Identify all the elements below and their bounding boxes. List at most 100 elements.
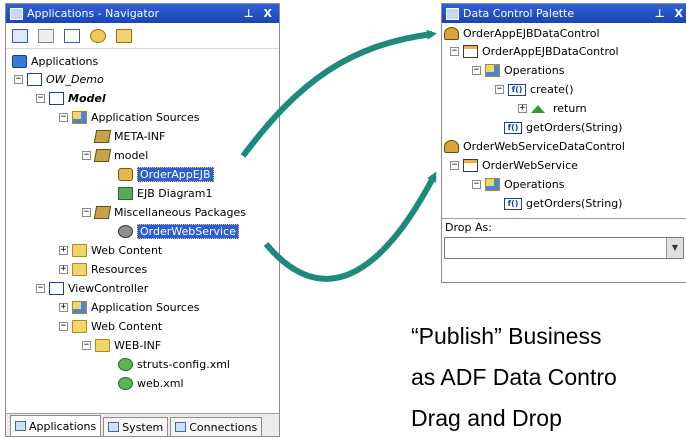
tree-item-return[interactable]: + return <box>518 100 587 117</box>
tree-item-applications[interactable]: Applications <box>12 53 98 70</box>
tree-item-operations[interactable]: − Operations <box>472 62 564 79</box>
palette-window-buttons[interactable]: ⊥ X <box>655 7 686 20</box>
tree-item-label: Web Content <box>91 244 163 257</box>
navigator-title: Applications - Navigator <box>27 7 159 20</box>
tree-item-orderwebservice[interactable]: OrderWebService <box>105 223 239 240</box>
package-icon <box>93 130 112 143</box>
return-icon <box>531 104 545 113</box>
tree-item-resources[interactable]: + Resources <box>59 261 147 278</box>
tree-item-getorders-ws[interactable]: f() getOrders(String) <box>504 195 622 212</box>
open-icon[interactable] <box>90 28 106 43</box>
tab-connections[interactable]: Connections <box>170 417 263 436</box>
expand-toggle[interactable]: + <box>59 303 68 312</box>
new-workspace-icon[interactable] <box>38 28 54 43</box>
folder-icon <box>72 263 87 276</box>
tree-item-orderwebservice-collection[interactable]: − OrderWebService <box>450 157 578 174</box>
expand-toggle[interactable]: + <box>518 104 527 113</box>
tree-item-label: OrderAppEJB <box>137 167 214 182</box>
new-icon[interactable] <box>12 28 28 43</box>
drop-as-label: Drop As: <box>445 221 492 234</box>
collapse-toggle[interactable]: − <box>59 322 68 331</box>
tree-item-struts-config[interactable]: struts-config.xml <box>105 356 230 373</box>
collapse-toggle[interactable]: − <box>36 284 45 293</box>
tree-item-label: Operations <box>504 64 565 77</box>
caption-line-1: “Publish” Business <box>411 323 602 349</box>
tree-item-orderappejb-datacontrol[interactable]: OrderAppEJBDataControl <box>444 25 600 42</box>
chevron-down-icon[interactable]: ▼ <box>666 238 683 258</box>
tree-item-label: web.xml <box>137 377 184 390</box>
tree-item-label: return <box>553 102 587 115</box>
new-project-icon[interactable] <box>64 28 80 43</box>
collapse-toggle[interactable]: − <box>472 180 481 189</box>
operations-folder-icon <box>485 64 500 77</box>
tree-item-label: Model <box>68 92 106 105</box>
tree-item-label: OrderWebService <box>137 224 239 239</box>
settings-dropdown-icon[interactable] <box>116 28 132 43</box>
tree-item-application-sources[interactable]: − Application Sources <box>59 109 199 126</box>
tree-item-label: model <box>114 149 149 162</box>
operations-folder-icon <box>485 178 500 191</box>
tree-item-label: Operations <box>504 178 565 191</box>
drop-as-select[interactable]: ▼ <box>444 237 684 259</box>
caption-line-2: as ADF Data Contro <box>411 364 617 390</box>
tree-item-orderappejb[interactable]: OrderAppEJB <box>105 166 214 183</box>
palette-title: Data Control Palette <box>463 7 575 20</box>
collapse-toggle[interactable]: − <box>14 75 23 84</box>
function-icon: f() <box>504 197 522 210</box>
collapse-toggle[interactable]: − <box>82 341 91 350</box>
tree-item-model[interactable]: − Model <box>36 90 106 107</box>
folder-icon <box>72 244 87 257</box>
tree-item-create[interactable]: − f() create() <box>495 81 574 98</box>
tree-item-getorders-ejb[interactable]: f() getOrders(String) <box>504 119 622 136</box>
collapse-toggle[interactable]: − <box>450 47 459 56</box>
tree-item-orderappejb-collection[interactable]: − OrderAppEJBDataControl <box>450 43 619 60</box>
expand-toggle[interactable]: + <box>59 265 68 274</box>
collapse-toggle[interactable]: − <box>59 113 68 122</box>
web-service-icon <box>118 225 133 238</box>
palette-titlebar[interactable]: Data Control Palette ⊥ X <box>442 4 686 23</box>
tree-item-label: WEB-INF <box>114 339 162 352</box>
tree-item-label: OrderAppEJBDataControl <box>463 27 600 40</box>
tree-item-ow-demo[interactable]: − OW_Demo <box>14 71 104 88</box>
tree-item-label: ViewController <box>68 282 149 295</box>
tree-item-web-inf[interactable]: − WEB-INF <box>82 337 161 354</box>
tab-label: Applications <box>29 419 97 433</box>
tree-item-operations-2[interactable]: − Operations <box>472 176 564 193</box>
collapse-toggle[interactable]: − <box>82 151 91 160</box>
tree-item-label: OrderAppEJBDataControl <box>482 45 619 58</box>
collapse-toggle[interactable]: − <box>495 85 504 94</box>
tab-label: Connections <box>189 420 258 434</box>
tab-applications[interactable]: Applications <box>10 415 102 436</box>
tree-item-meta-inf[interactable]: META-INF <box>82 128 165 145</box>
tree-item-label: Resources <box>91 263 148 276</box>
function-icon: f() <box>508 83 526 96</box>
tree-item-label: OrderWebServiceDataControl <box>463 140 625 153</box>
tree-item-label: Application Sources <box>91 111 200 124</box>
tree-item-ejb-diagram1[interactable]: EJB Diagram1 <box>105 185 212 202</box>
collapse-toggle[interactable]: − <box>472 66 481 75</box>
tree-item-miscellaneous-packages[interactable]: − Miscellaneous Packages <box>82 204 246 221</box>
palette-window-icon <box>446 7 459 20</box>
tree-item-model-package[interactable]: − model <box>82 147 148 164</box>
tree-item-web-content[interactable]: + Web Content <box>59 242 162 259</box>
collection-icon <box>463 159 478 172</box>
tree-item-web-content-2[interactable]: − Web Content <box>59 318 162 335</box>
tree-item-web-xml[interactable]: web.xml <box>105 375 184 392</box>
workspace-icon <box>27 73 42 86</box>
tree-item-viewcontroller[interactable]: − ViewController <box>36 280 148 297</box>
tree-item-application-sources-2[interactable]: + Application Sources <box>59 299 199 316</box>
caption-line-3: Drag and Drop <box>411 405 562 431</box>
expand-toggle[interactable]: + <box>59 246 68 255</box>
drop-as-section: Drop As: ▼ <box>442 218 686 259</box>
tab-system[interactable]: System <box>103 417 169 436</box>
package-icon <box>93 149 112 162</box>
tree-item-orderwebservice-datacontrol[interactable]: OrderWebServiceDataControl <box>444 138 625 155</box>
collapse-toggle[interactable]: − <box>450 161 459 170</box>
collapse-toggle[interactable]: − <box>82 208 91 217</box>
tree-item-label: OrderWebService <box>482 159 578 172</box>
navigator-titlebar[interactable]: Applications - Navigator ⊥ X <box>6 4 279 23</box>
folder-icon <box>72 320 87 333</box>
collapse-toggle[interactable]: − <box>36 94 45 103</box>
navigator-window-buttons[interactable]: ⊥ X <box>244 7 275 20</box>
system-tab-icon <box>108 422 120 432</box>
